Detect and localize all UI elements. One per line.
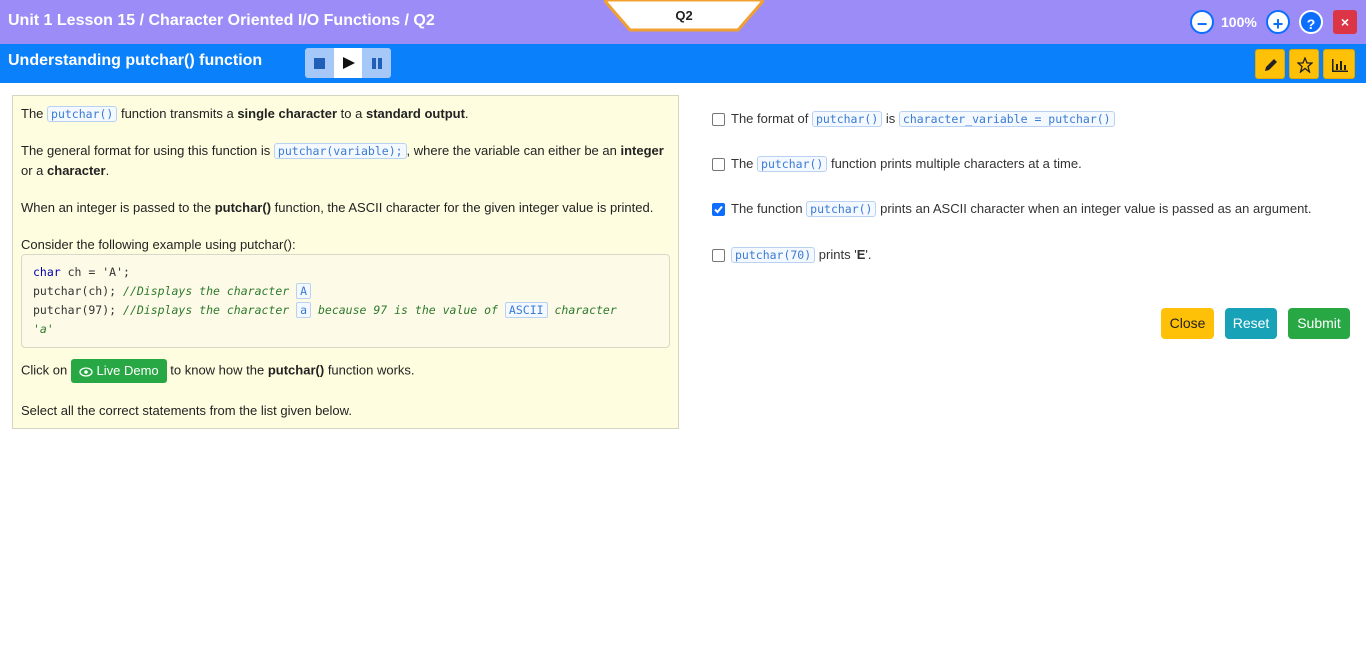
question-tab-label: Q2 bbox=[675, 8, 693, 23]
code-line: putchar(97); //Displays the character a … bbox=[33, 302, 617, 318]
option-checkbox[interactable] bbox=[712, 158, 725, 171]
paragraph-1: The putchar() function transmits a singl… bbox=[21, 106, 469, 122]
help-icon[interactable]: ? bbox=[1299, 10, 1323, 34]
option-label: putchar(70) prints 'E'. bbox=[731, 244, 871, 266]
inline-code: putchar(variable); bbox=[273, 143, 407, 159]
paragraph-2: The general format for using this functi… bbox=[21, 143, 664, 178]
paragraph-3: When an integer is passed to the putchar… bbox=[21, 200, 654, 215]
submit-button[interactable]: Submit bbox=[1288, 308, 1350, 339]
page-title: Understanding putchar() function bbox=[8, 52, 263, 69]
stats-icon[interactable] bbox=[1323, 49, 1355, 79]
stop-icon[interactable] bbox=[305, 48, 333, 78]
option-label: The function putchar() prints an ASCII c… bbox=[731, 201, 1312, 217]
option-checkbox[interactable] bbox=[712, 113, 725, 126]
code-line: 'a' bbox=[33, 322, 54, 336]
code-line: char ch = 'A'; bbox=[33, 265, 130, 279]
star-icon[interactable] bbox=[1289, 49, 1319, 79]
option-checkbox[interactable] bbox=[712, 203, 725, 216]
inline-code: putchar() bbox=[47, 106, 118, 122]
sub-header: Understanding putchar() function bbox=[0, 44, 1366, 83]
checkmark-icon bbox=[714, 205, 723, 214]
pause-icon[interactable] bbox=[363, 48, 391, 78]
question-tab[interactable]: Q2 bbox=[604, 0, 764, 32]
media-controls bbox=[305, 48, 391, 78]
close-button[interactable]: Close bbox=[1161, 308, 1214, 339]
pencil-icon[interactable] bbox=[1255, 49, 1285, 79]
paragraph-5: Click on Live Demo to know how the putch… bbox=[21, 359, 415, 383]
top-bar: Unit 1 Lesson 15 / Character Oriented I/… bbox=[0, 0, 1366, 44]
zoom-in-icon[interactable]: + bbox=[1266, 10, 1290, 34]
zoom-out-icon[interactable]: − bbox=[1190, 10, 1214, 34]
live-demo-button[interactable]: Live Demo bbox=[70, 359, 167, 383]
option-label: The format of putchar() is character_var… bbox=[731, 108, 1115, 130]
paragraph-4: Consider the following example using put… bbox=[21, 237, 296, 252]
reset-button[interactable]: Reset bbox=[1225, 308, 1277, 339]
breadcrumb: Unit 1 Lesson 15 / Character Oriented I/… bbox=[8, 12, 435, 29]
paragraph-6: Select all the correct statements from t… bbox=[21, 403, 352, 418]
code-example: char ch = 'A'; putchar(ch); //Displays t… bbox=[21, 254, 670, 348]
zoom-level: 100% bbox=[1221, 14, 1257, 30]
code-line: putchar(ch); //Displays the character A bbox=[33, 282, 658, 301]
option-label: The putchar() function prints multiple c… bbox=[731, 156, 1082, 172]
option-checkbox[interactable] bbox=[712, 249, 725, 262]
close-window-button[interactable]: × bbox=[1333, 10, 1357, 34]
instruction-panel: The putchar() function transmits a singl… bbox=[12, 95, 679, 429]
eye-icon bbox=[79, 366, 93, 377]
play-icon[interactable] bbox=[334, 48, 362, 78]
